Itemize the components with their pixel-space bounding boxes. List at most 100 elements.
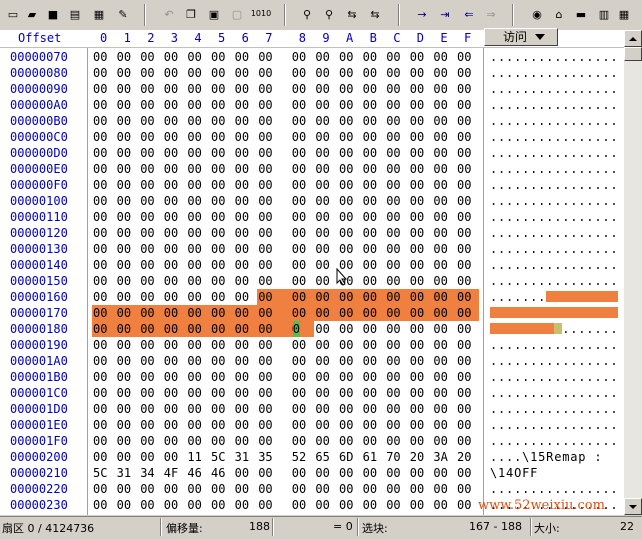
hex-byte[interactable]: 00 bbox=[361, 305, 386, 321]
hex-byte[interactable]: 00 bbox=[362, 321, 385, 337]
hex-byte[interactable]: 00 bbox=[210, 401, 233, 417]
hex-byte[interactable]: 00 bbox=[385, 433, 408, 449]
hex-byte[interactable]: 00 bbox=[163, 417, 186, 433]
hex-byte[interactable]: 00 bbox=[432, 225, 455, 241]
paste-special-icon[interactable]: ▢ bbox=[228, 5, 246, 23]
hex-byte[interactable]: 00 bbox=[163, 497, 186, 513]
hex-byte[interactable]: 00 bbox=[409, 161, 432, 177]
hex-byte[interactable]: 00 bbox=[163, 257, 186, 273]
hex-byte[interactable]: 00 bbox=[432, 209, 455, 225]
hex-byte[interactable]: 00 bbox=[257, 209, 280, 225]
hex-byte[interactable]: 00 bbox=[314, 161, 337, 177]
hex-byte[interactable]: 00 bbox=[385, 97, 408, 113]
hex-byte[interactable]: 00 bbox=[234, 225, 257, 241]
hex-byte[interactable]: 00 bbox=[291, 433, 314, 449]
hex-byte[interactable]: 00 bbox=[234, 209, 257, 225]
hex-byte[interactable]: 00 bbox=[186, 81, 209, 97]
hex-byte[interactable]: 00 bbox=[385, 241, 408, 257]
hex-byte[interactable]: 00 bbox=[314, 225, 337, 241]
hex-byte[interactable]: 00 bbox=[92, 49, 115, 65]
hex-byte[interactable]: 00 bbox=[139, 385, 162, 401]
hex-byte[interactable]: 00 bbox=[92, 305, 116, 321]
hex-byte[interactable]: 00 bbox=[139, 225, 162, 241]
hex-byte[interactable]: 00 bbox=[338, 177, 361, 193]
hex-byte[interactable]: 00 bbox=[186, 289, 209, 305]
hex-byte[interactable]: 00 bbox=[291, 225, 314, 241]
hex-byte[interactable]: 00 bbox=[409, 193, 432, 209]
hex-byte[interactable]: 00 bbox=[257, 273, 280, 289]
forward-icon[interactable]: ⇒ bbox=[482, 5, 500, 23]
hex-byte[interactable]: 00 bbox=[116, 145, 139, 161]
hex-byte[interactable]: 00 bbox=[210, 49, 233, 65]
hex-byte[interactable]: 00 bbox=[432, 321, 455, 337]
hex-byte[interactable]: 00 bbox=[234, 465, 257, 481]
goto-offset-icon[interactable]: → bbox=[413, 5, 431, 23]
hex-byte[interactable]: 00 bbox=[362, 401, 385, 417]
hex-byte[interactable]: 61 bbox=[362, 449, 385, 465]
hex-byte[interactable]: 00 bbox=[186, 385, 209, 401]
hex-byte[interactable]: 00 bbox=[338, 81, 361, 97]
hex-byte[interactable]: 00 bbox=[456, 209, 479, 225]
hex-byte[interactable]: 00 bbox=[362, 65, 385, 81]
hex-byte[interactable]: 34 bbox=[139, 465, 162, 481]
hex-byte[interactable]: 00 bbox=[257, 241, 280, 257]
hex-byte[interactable]: 5C bbox=[92, 465, 115, 481]
hex-byte[interactable]: 00 bbox=[257, 177, 280, 193]
hex-byte[interactable]: 00 bbox=[163, 113, 186, 129]
hex-byte[interactable]: 00 bbox=[116, 273, 139, 289]
hex-byte[interactable]: 00 bbox=[186, 145, 209, 161]
hex-byte[interactable]: 00 bbox=[338, 113, 361, 129]
hex-byte[interactable]: 00 bbox=[186, 369, 209, 385]
hex-byte[interactable]: 00 bbox=[409, 353, 432, 369]
hex-byte[interactable]: 00 bbox=[139, 337, 162, 353]
hex-byte[interactable]: 00 bbox=[210, 353, 233, 369]
hex-byte[interactable]: 00 bbox=[234, 113, 257, 129]
hex-byte[interactable]: 00 bbox=[116, 449, 139, 465]
scroll-up-button[interactable] bbox=[624, 30, 642, 47]
hex-byte[interactable]: 00 bbox=[456, 177, 479, 193]
hex-byte[interactable]: 00 bbox=[257, 401, 280, 417]
hex-byte[interactable]: 00 bbox=[409, 385, 432, 401]
hex-byte[interactable]: 00 bbox=[409, 465, 432, 481]
hex-byte[interactable]: 00 bbox=[257, 305, 292, 321]
hex-byte[interactable]: 00 bbox=[234, 401, 257, 417]
hex-byte[interactable]: 00 bbox=[210, 113, 233, 129]
hex-byte[interactable]: 00 bbox=[291, 401, 314, 417]
hex-byte[interactable]: 00 bbox=[361, 289, 386, 305]
hex-byte[interactable]: 00 bbox=[163, 81, 186, 97]
hex-byte[interactable]: 11 bbox=[186, 449, 209, 465]
hex-byte[interactable]: 00 bbox=[139, 417, 162, 433]
hex-byte[interactable]: 00 bbox=[314, 289, 339, 305]
hex-byte[interactable]: 00 bbox=[186, 161, 209, 177]
ram-icon[interactable]: ▥ bbox=[595, 5, 613, 23]
hex-byte[interactable]: 00 bbox=[432, 161, 455, 177]
hex-byte[interactable]: 00 bbox=[338, 385, 361, 401]
hex-byte[interactable]: 00 bbox=[234, 481, 257, 497]
print-icon[interactable]: ▤ bbox=[66, 5, 84, 23]
hex-byte[interactable]: 00 bbox=[432, 481, 455, 497]
hex-byte[interactable]: 00 bbox=[116, 257, 139, 273]
hex-byte[interactable]: 00 bbox=[233, 305, 258, 321]
hex-byte[interactable]: 00 bbox=[234, 417, 257, 433]
hex-byte[interactable]: 00 bbox=[116, 417, 139, 433]
hex-byte[interactable]: 00 bbox=[314, 321, 337, 337]
hex-byte[interactable]: 00 bbox=[257, 257, 280, 273]
hex-byte[interactable]: 00 bbox=[456, 369, 479, 385]
hex-byte[interactable]: 00 bbox=[432, 353, 455, 369]
hex-byte[interactable]: 00 bbox=[210, 433, 233, 449]
hex-byte[interactable]: 00 bbox=[92, 369, 115, 385]
hex-byte[interactable]: 00 bbox=[210, 209, 233, 225]
hex-byte[interactable]: 00 bbox=[362, 113, 385, 129]
hex-byte[interactable]: 00 bbox=[257, 193, 280, 209]
hex-byte[interactable]: 00 bbox=[291, 385, 314, 401]
hex-byte[interactable]: 00 bbox=[116, 225, 139, 241]
hex-byte[interactable]: 00 bbox=[409, 225, 432, 241]
hex-byte[interactable]: 00 bbox=[92, 97, 115, 113]
network-icon[interactable]: ⌂ bbox=[550, 5, 568, 23]
hex-byte[interactable]: 00 bbox=[314, 145, 337, 161]
hex-byte[interactable]: 00 bbox=[116, 497, 139, 513]
vertical-scrollbar[interactable] bbox=[624, 30, 642, 515]
replace-icon[interactable]: ⇆ bbox=[343, 5, 361, 23]
hex-byte[interactable]: 00 bbox=[233, 321, 258, 337]
hex-byte[interactable]: 00 bbox=[338, 417, 361, 433]
